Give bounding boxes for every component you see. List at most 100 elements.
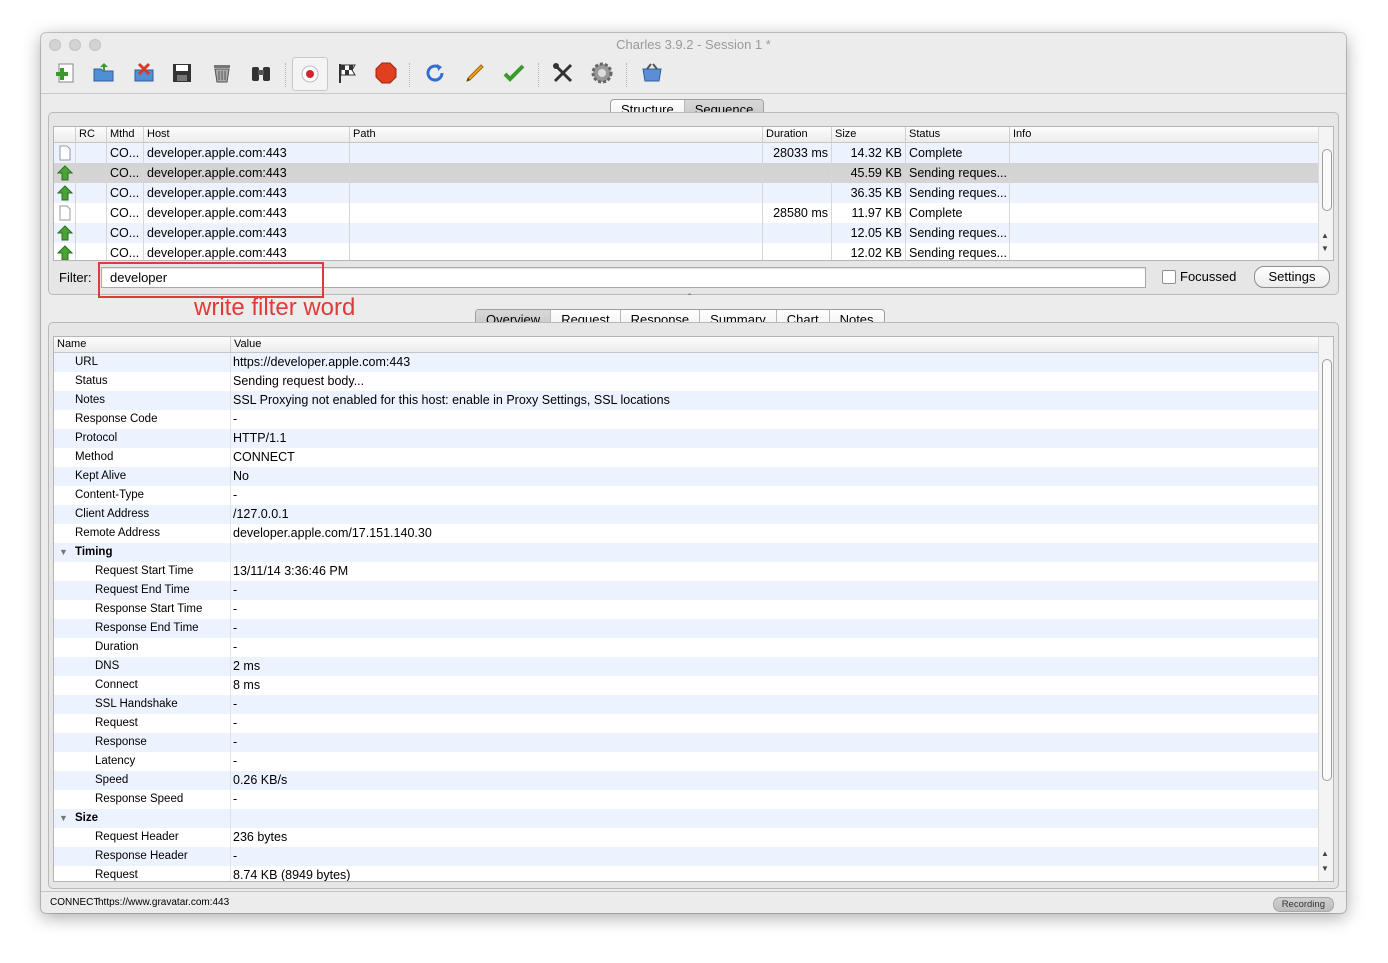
new-session-icon — [56, 63, 74, 83]
cell-method: CO... — [106, 143, 143, 163]
column-duration[interactable]: Duration — [762, 127, 831, 142]
overview-value: 8.74 KB (8949 bytes) — [230, 866, 1315, 881]
recording-badge[interactable]: Recording — [1272, 897, 1334, 912]
scroll-down-arrow-icon[interactable]: ▼ — [1321, 864, 1329, 874]
column-info[interactable]: Info — [1009, 127, 1319, 142]
cell-size: 14.32 KB — [831, 143, 905, 163]
sequence-row[interactable]: CO... developer.apple.com:443 28033 ms 14.3… — [54, 143, 1319, 163]
cell-status: Sending reques... — [905, 243, 1009, 260]
cell-info — [1009, 163, 1319, 183]
breakpoints-button[interactable] — [373, 60, 399, 86]
cell-duration: 28033 ms — [762, 143, 831, 163]
column-host[interactable]: Host — [143, 127, 349, 142]
column-name[interactable]: Name — [54, 337, 230, 352]
column-rc[interactable]: RC — [75, 127, 106, 142]
overview-name: Content-Type — [75, 489, 145, 501]
overview-name: Latency — [95, 755, 136, 767]
trash-icon — [214, 65, 230, 83]
cell-info — [1009, 183, 1319, 203]
settings-button-filter[interactable]: Settings — [1254, 266, 1330, 288]
overview-section-row[interactable]: ▼ Timing — [54, 543, 1319, 562]
column-method[interactable]: Mthd — [106, 127, 143, 142]
overview-name: Request Header — [95, 831, 179, 843]
throttle-button[interactable] — [335, 60, 361, 86]
validate-button[interactable] — [501, 60, 527, 86]
sequence-row[interactable]: CO... developer.apple.com:443 28580 ms 11.9… — [54, 203, 1319, 223]
scroll-up-arrow-icon[interactable]: ▲ — [1321, 231, 1329, 241]
tools-button[interactable] — [550, 60, 576, 86]
overview-row: Request Start Time 13/11/14 3:36:46 PM — [54, 562, 1319, 581]
cell-rc — [75, 243, 106, 260]
validate-check-icon — [503, 64, 525, 82]
save-button[interactable] — [169, 60, 195, 86]
settings-button[interactable] — [589, 60, 615, 86]
overview-section-row[interactable]: ▼ Size — [54, 809, 1319, 828]
sequence-row[interactable]: CO... developer.apple.com:443 12.02 KB Send… — [54, 243, 1319, 260]
overview-value: - — [230, 410, 1315, 429]
overview-row: DNS 2 ms — [54, 657, 1319, 676]
overview-name: Response Speed — [95, 793, 184, 805]
overview-row: Latency - — [54, 752, 1319, 771]
cell-status: Complete — [905, 203, 1009, 223]
cell-info — [1009, 143, 1319, 163]
repeat-button[interactable] — [422, 60, 448, 86]
binoculars-icon — [252, 67, 270, 81]
cell-method: CO... — [106, 183, 143, 203]
disclosure-triangle-icon[interactable]: ▼ — [59, 809, 68, 828]
overview-value: - — [230, 600, 1315, 619]
overview-scrollbar[interactable]: ▲ ▼ — [1318, 337, 1333, 881]
sequence-row[interactable]: CO... developer.apple.com:443 12.05 KB Send… — [54, 223, 1319, 243]
cell-path — [349, 203, 762, 223]
cell-info — [1009, 223, 1319, 243]
overview-name: Connect — [95, 679, 138, 691]
cell-rc — [75, 143, 106, 163]
tools-icon — [553, 63, 573, 83]
save-icon — [173, 64, 191, 82]
overview-value: HTTP/1.1 — [230, 429, 1315, 448]
open-session-icon — [93, 63, 114, 82]
open-session-button[interactable] — [91, 60, 117, 86]
overview-row: Content-Type - — [54, 486, 1319, 505]
cell-status: Sending reques... — [905, 223, 1009, 243]
column-path[interactable]: Path — [349, 127, 762, 142]
column-status[interactable]: Status — [905, 127, 1009, 142]
cell-host: developer.apple.com:443 — [143, 163, 349, 183]
shop-button[interactable] — [639, 60, 665, 86]
settings-gear-icon — [591, 62, 613, 84]
scroll-up-arrow-icon[interactable]: ▲ — [1321, 849, 1329, 859]
close-session-button[interactable] — [131, 60, 157, 86]
cell-rc — [75, 163, 106, 183]
overview-scroll-thumb[interactable] — [1322, 359, 1332, 781]
sequence-scroll-thumb[interactable] — [1322, 149, 1332, 211]
cell-rc — [75, 203, 106, 223]
overview-name: URL — [75, 356, 99, 368]
overview-row: Notes SSL Proxying not enabled for this h… — [54, 391, 1319, 410]
overview-name: Timing — [75, 546, 113, 558]
overview-name: Response Start Time — [95, 603, 203, 615]
cell-size: 12.02 KB — [831, 243, 905, 260]
edit-pencil-icon — [466, 64, 484, 82]
overview-value: - — [230, 619, 1315, 638]
find-button[interactable] — [248, 60, 274, 86]
overview-value: - — [230, 695, 1315, 714]
overview-row: SSL Handshake - — [54, 695, 1319, 714]
edit-button[interactable] — [462, 60, 488, 86]
cell-host: developer.apple.com:443 — [143, 223, 349, 243]
cell-info — [1009, 203, 1319, 223]
status-method: CONNECT — [50, 897, 100, 908]
clear-session-button[interactable] — [209, 60, 235, 86]
sequence-row[interactable]: CO... developer.apple.com:443 36.35 KB Send… — [54, 183, 1319, 203]
new-session-button[interactable] — [53, 60, 79, 86]
splitter-handle-icon[interactable]: ˆ — [688, 293, 691, 304]
sequence-scrollbar[interactable]: ▲ ▼ — [1318, 127, 1333, 260]
sequence-row[interactable]: CO... developer.apple.com:443 45.59 KB Send… — [54, 163, 1319, 183]
column-size[interactable]: Size — [831, 127, 905, 142]
scroll-down-arrow-icon[interactable]: ▼ — [1321, 244, 1329, 254]
cell-size: 11.97 KB — [831, 203, 905, 223]
record-button[interactable] — [292, 57, 328, 91]
column-value[interactable]: Value — [230, 337, 1319, 352]
overview-table: Name Value URL https://developer.apple.co… — [53, 336, 1334, 882]
focussed-checkbox[interactable] — [1162, 270, 1176, 284]
document-icon — [54, 203, 75, 223]
disclosure-triangle-icon[interactable]: ▼ — [59, 543, 68, 562]
